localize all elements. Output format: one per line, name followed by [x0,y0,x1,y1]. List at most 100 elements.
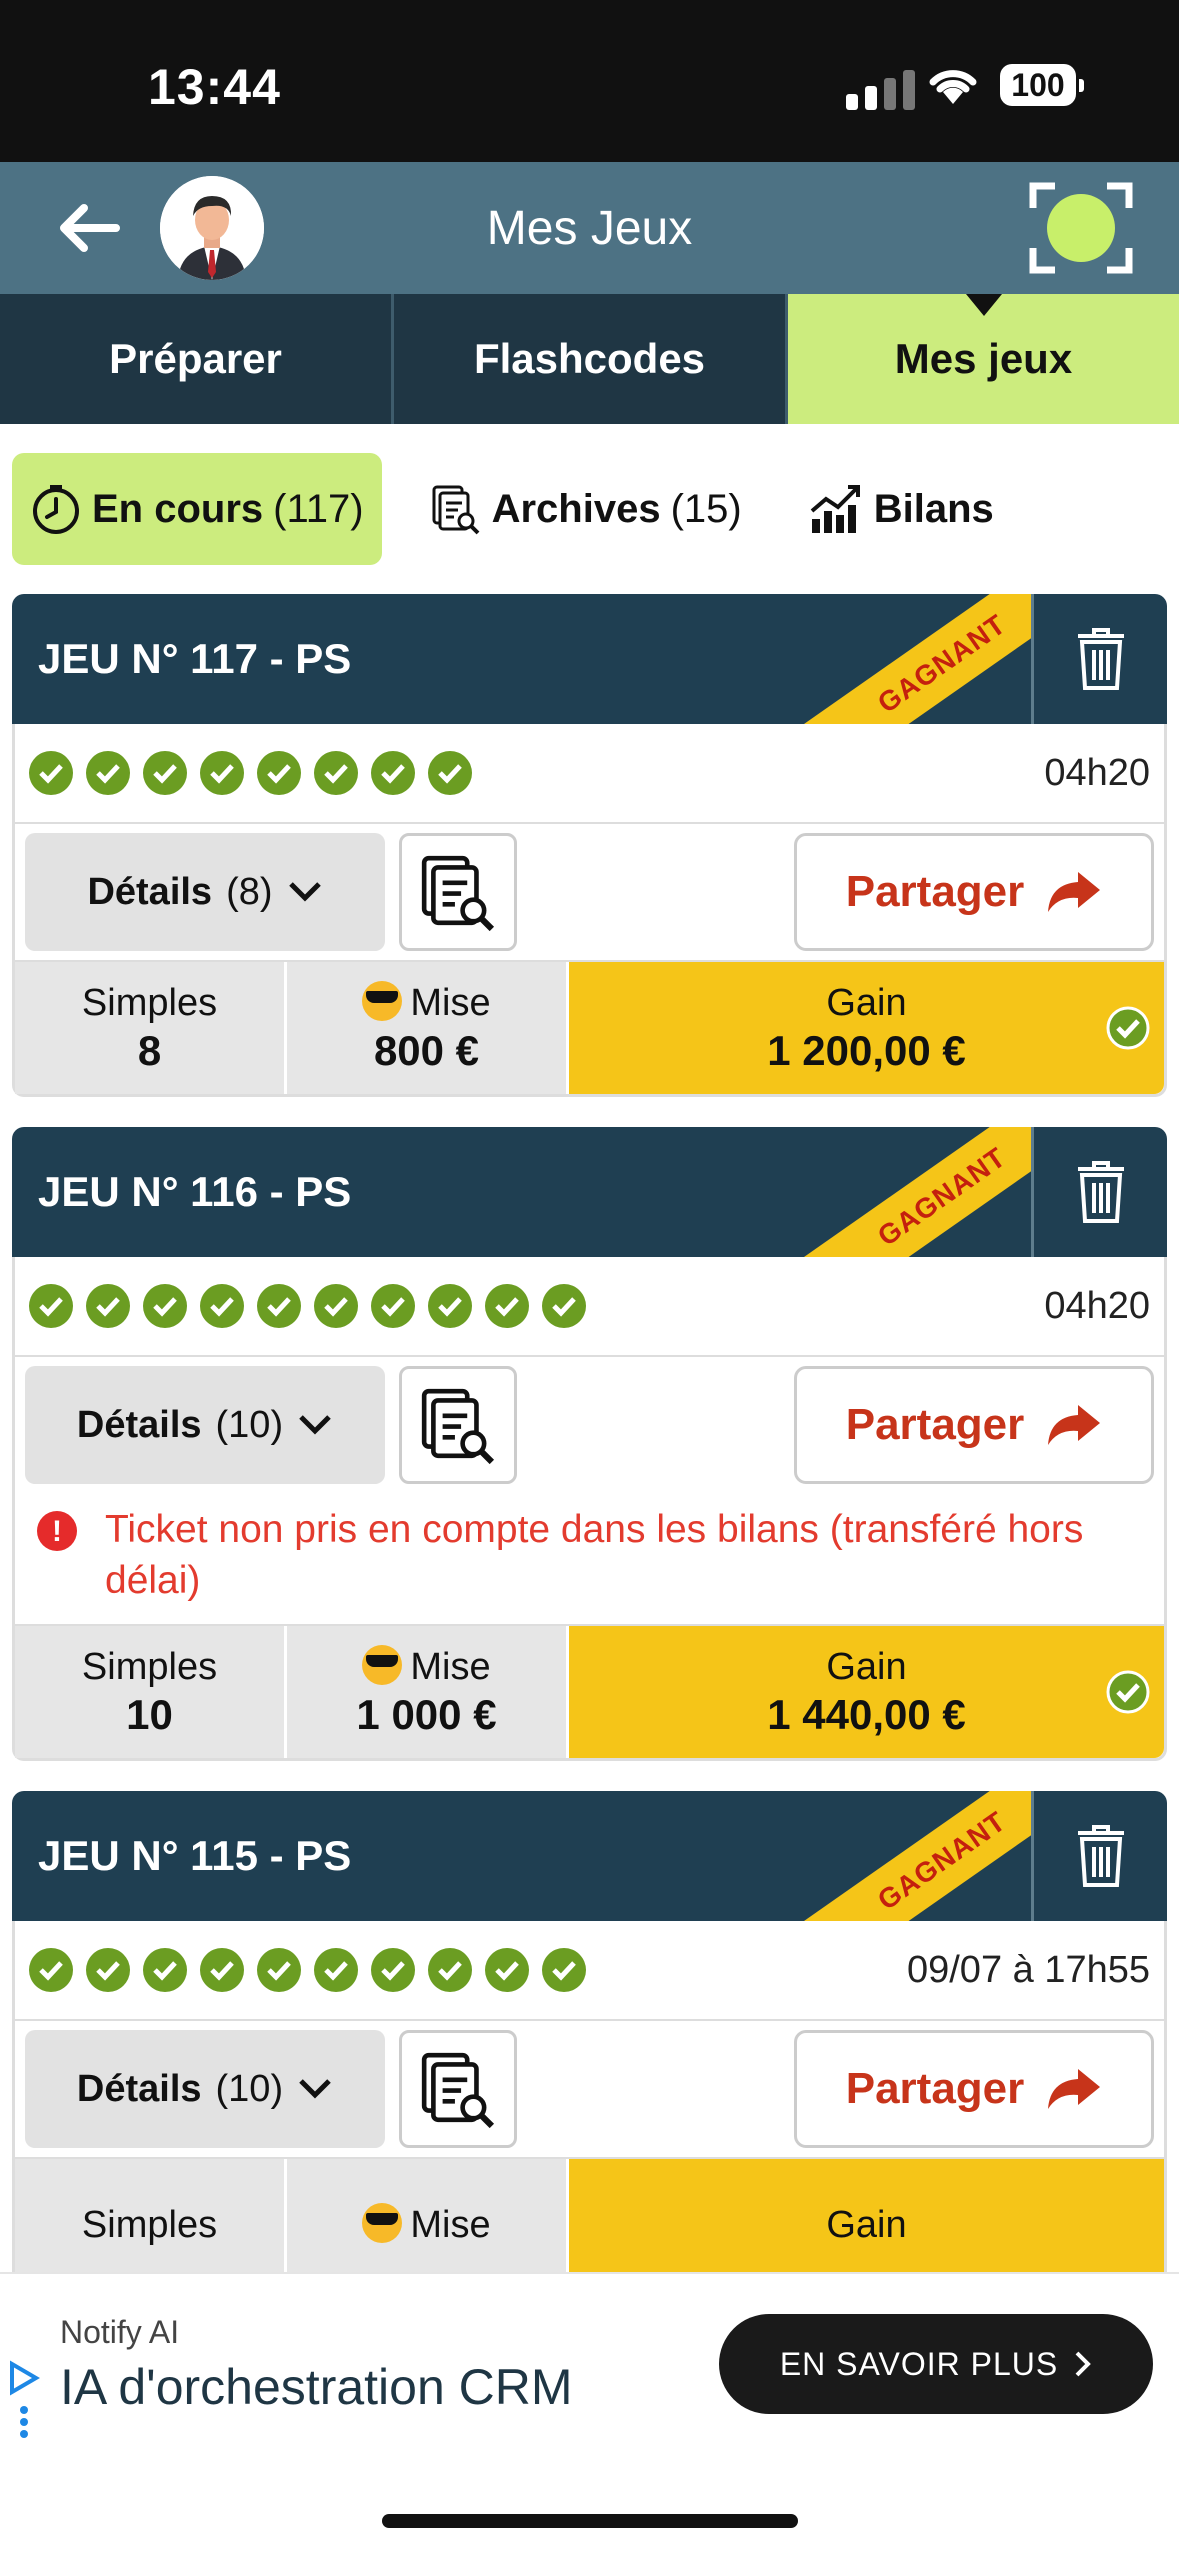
stat-value: 1 440,00 € [767,1690,966,1738]
view-ticket-button[interactable] [399,833,517,951]
subtab-archives[interactable]: Archives (15) [412,453,760,565]
game-title: JEU N° 117 - PS [38,635,352,682]
sub-tabs: En cours (117) Archives (15) Bilans [0,424,1179,594]
selection-checks: 09/07 à 17h55 [15,1921,1164,2022]
ticket-search-icon [421,1388,495,1465]
archive-search-icon [432,485,479,535]
adchoices-icon[interactable] [6,2360,42,2444]
delete-button[interactable] [1031,1791,1167,1922]
game-actions: Détails (10) Partager [15,1357,1164,1493]
details-dropdown[interactable]: Détails (10) [25,1366,385,1484]
chart-trend-icon [810,485,860,533]
alert-icon: ! [37,1511,77,1551]
game-body: 04h20 Détails (10) Partager ! Ticket non… [12,1257,1167,1762]
avatar[interactable] [160,176,264,280]
check-circle-icon [371,1284,415,1328]
back-arrow-icon[interactable] [56,200,120,256]
share-button[interactable]: Partager [794,833,1154,951]
game-body: 09/07 à 17h55 Détails (10) Partager Simp… [12,1921,1167,2295]
share-label: Partager [845,2064,1025,2114]
winner-badge: GAGNANT [801,1791,1032,1922]
ad-cta-label: EN SAVOIR PLUS [779,2345,1059,2382]
delete-button[interactable] [1031,1127,1167,1257]
scan-qr-icon[interactable] [1029,180,1133,276]
check-circle-icon [485,1948,529,1993]
tab-mes-jeux[interactable]: Mes jeux [788,294,1179,424]
ad-sponsor: Notify AI [60,2314,180,2350]
sunglasses-emoji-icon [362,2203,403,2244]
stat-label: Simples [81,2203,218,2246]
check-dots [29,1948,586,1993]
check-circle-icon [86,1284,130,1328]
check-circle-icon [314,751,358,795]
subtab-label: Archives [491,486,661,531]
subtab-bilans[interactable]: Bilans [790,453,1012,565]
game-actions: Détails (10) Partager [15,2021,1164,2157]
details-dropdown[interactable]: Détails (8) [25,833,385,951]
ticket-search-icon [421,855,495,932]
check-circle-icon [29,1284,73,1328]
view-ticket-button[interactable] [399,1366,517,1484]
share-arrow-icon [1048,872,1101,912]
game-title: JEU N° 116 - PS [38,1168,352,1215]
winner-ribbon: GAGNANT [742,594,1032,724]
stat-value: 10 [126,1690,173,1738]
warning-text: Ticket non pris en compte dans les bilan… [105,1508,1084,1602]
details-count: (10) [215,1403,284,1446]
game-header[interactable]: JEU N° 117 - PS GAGNANT [12,594,1167,724]
stat-label: Mise [410,982,491,1024]
stat-value: 1 200,00 € [767,1026,966,1074]
check-circle-icon [86,751,130,795]
subtab-label: En cours [92,486,264,531]
details-count: (8) [226,870,273,913]
game-header[interactable]: JEU N° 115 - PS GAGNANT [12,1791,1167,1922]
share-arrow-icon [1048,2069,1101,2110]
subtab-en-cours[interactable]: En cours (117) [12,453,382,565]
tab-preparer[interactable]: Préparer [0,294,394,424]
status-bar: 13:44 100 [0,0,1179,162]
chevron-right-icon [1075,2351,1092,2377]
game-title: JEU N° 115 - PS [38,1832,352,1880]
sunglasses-emoji-icon [362,1645,403,1686]
game-actions: Détails (8) Partager [15,824,1164,960]
warning-message: ! Ticket non pris en compte dans les bil… [15,1493,1164,1624]
ad-headline[interactable]: IA d'orchestration CRM [60,2358,573,2416]
page-title: Mes Jeux [486,201,693,255]
game-stats: Simples 10 Mise 1 000 € Gain 1 440,00 € [15,1624,1164,1759]
check-circle-icon [143,751,187,795]
details-dropdown[interactable]: Détails (10) [25,2030,385,2149]
check-circle-icon [314,1948,358,1993]
winner-ribbon: GAGNANT [742,1791,1032,1922]
share-arrow-icon [1048,1405,1101,1445]
trash-icon [1077,1825,1124,1888]
details-label: Détails [76,2067,202,2110]
check-circle-icon [200,1284,244,1328]
share-button[interactable]: Partager [794,2030,1154,2149]
stat-value: 1 000 € [356,1691,497,1739]
winner-badge: GAGNANT [801,1127,1032,1257]
home-indicator[interactable] [382,2514,798,2528]
share-label: Partager [845,867,1025,916]
check-circle-icon [200,1948,244,1993]
stat-simples: Simples 8 [15,962,287,1094]
sunglasses-emoji-icon [362,981,403,1021]
ad-cta-button[interactable]: EN SAVOIR PLUS [719,2314,1153,2414]
stat-label: Mise [410,2204,491,2247]
game-time: 09/07 à 17h55 [906,1948,1150,1991]
subtab-count: (15) [670,486,742,531]
share-button[interactable]: Partager [794,1366,1154,1484]
ad-banner[interactable]: Notify AI IA d'orchestration CRM EN SAVO… [0,2272,1179,2454]
stat-gain: Gain 1 200,00 € [569,962,1164,1094]
trash-icon [1077,628,1124,690]
tab-flashcodes[interactable]: Flashcodes [394,294,788,424]
view-ticket-button[interactable] [399,2030,517,2149]
delete-button[interactable] [1031,594,1167,724]
stat-label: Simples [81,981,218,1024]
stat-value: 8 [137,1026,162,1074]
game-header[interactable]: JEU N° 116 - PS GAGNANT [12,1127,1167,1257]
details-label: Détails [87,870,213,913]
game-stats: Simples 8 Mise 800 € Gain 1 200,00 € [15,960,1164,1094]
check-circle-icon [257,1284,301,1328]
main-tabs: Préparer Flashcodes Mes jeux [0,294,1179,424]
wifi-icon [929,70,977,104]
